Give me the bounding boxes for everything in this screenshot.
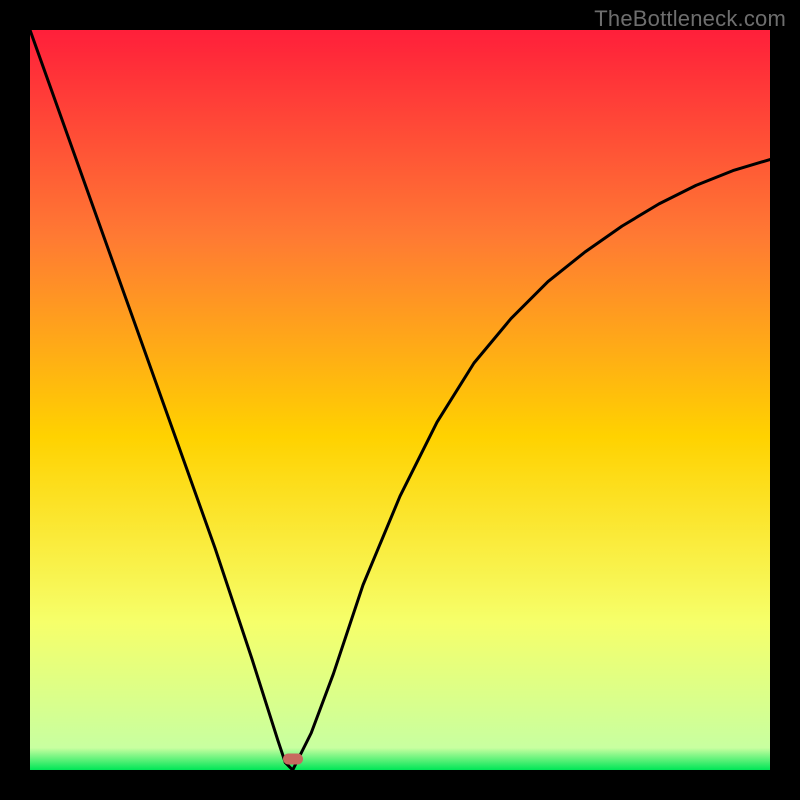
chart-frame: TheBottleneck.com bbox=[0, 0, 800, 800]
optimum-marker bbox=[283, 753, 303, 764]
watermark-text: TheBottleneck.com bbox=[594, 6, 786, 32]
bottleneck-curve bbox=[30, 30, 770, 770]
plot-area bbox=[30, 30, 770, 770]
